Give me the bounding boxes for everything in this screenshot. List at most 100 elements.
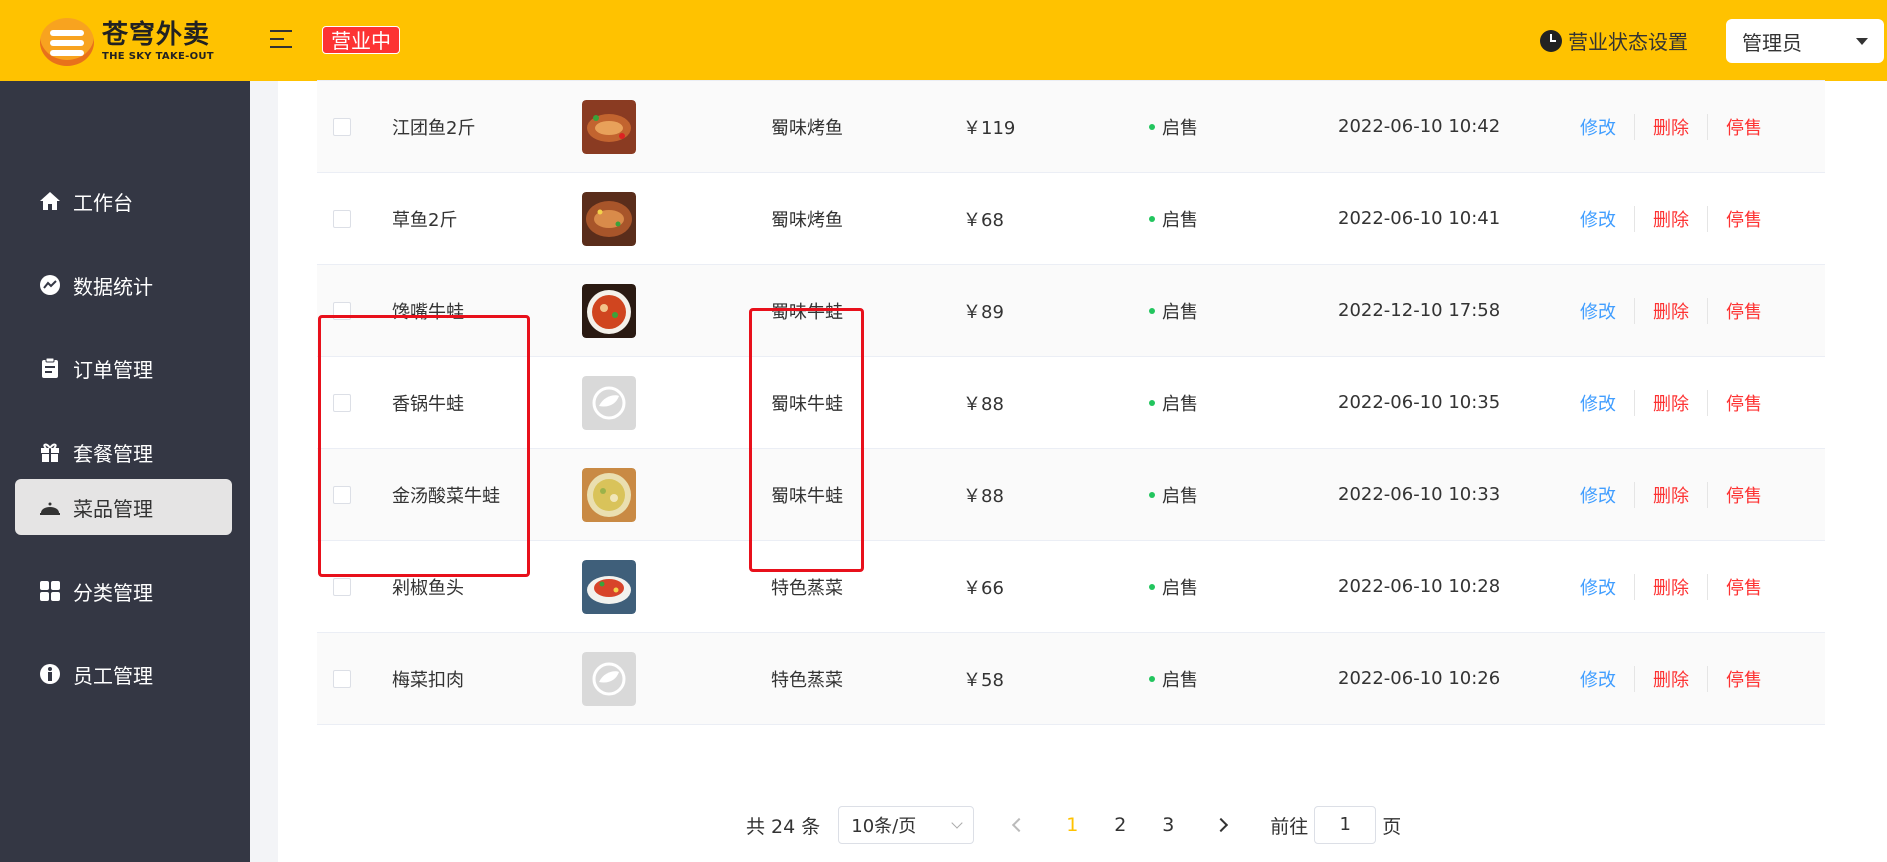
delete-button[interactable]: 删除 <box>1634 205 1707 232</box>
page-size-select[interactable]: 10条/页 <box>838 806 975 844</box>
table-row: 香锅牛蛙 蜀味牛蛙 ￥88 启售 2022-06-10 10:35 修改 删除 … <box>317 357 1825 449</box>
pagination: 共 24 条 10条/页 1 2 3 前往 1 页 <box>746 806 1401 844</box>
dish-name: 梅菜扣肉 <box>392 669 464 691</box>
table-row: 金汤酸菜牛蛙 蜀味牛蛙 ￥88 启售 2022-06-10 10:33 修改 删… <box>317 449 1825 541</box>
dish-image <box>582 99 636 154</box>
dish-price: ￥58 <box>963 669 1004 691</box>
stop-sale-button[interactable]: 停售 <box>1707 113 1780 140</box>
stop-sale-button[interactable]: 停售 <box>1707 665 1780 692</box>
status-badge: 启售 <box>1149 482 1198 508</box>
edit-button[interactable]: 修改 <box>1580 206 1634 232</box>
stop-sale-button[interactable]: 停售 <box>1707 297 1780 324</box>
prev-page-icon[interactable] <box>1012 817 1027 833</box>
logo-title: 苍穹外卖 <box>102 20 211 50</box>
dish-name: 草鱼2斤 <box>392 209 458 231</box>
update-time: 2022-06-10 10:41 <box>1338 208 1501 229</box>
page-button-2[interactable]: 2 <box>1096 814 1144 836</box>
stop-sale-button[interactable]: 停售 <box>1707 389 1780 416</box>
delete-button[interactable]: 删除 <box>1634 573 1707 600</box>
dish-category: 蜀味烤鱼 <box>771 117 843 139</box>
chevron-down-icon <box>951 817 963 829</box>
goto-page-input[interactable]: 1 <box>1314 806 1377 844</box>
table-row <box>317 0 1825 81</box>
dish-price: ￥89 <box>963 301 1004 323</box>
sidebar-item-label: 分类管理 <box>73 580 153 605</box>
update-time: 2022-12-10 17:58 <box>1338 300 1501 321</box>
sidebar-item-orders[interactable]: 订单管理 <box>15 340 232 396</box>
status-label: 启售 <box>1162 669 1198 691</box>
dish-image <box>582 191 636 246</box>
sidebar-item-label: 套餐管理 <box>73 441 153 466</box>
sidebar-item-label: 数据统计 <box>73 274 153 299</box>
stop-sale-button[interactable]: 停售 <box>1707 573 1780 600</box>
row-checkbox[interactable] <box>333 669 351 688</box>
table-row: 江团鱼2斤 蜀味烤鱼 ￥119 启售 2022-06-10 10:42 修改 删… <box>317 81 1825 173</box>
delete-button[interactable]: 删除 <box>1634 297 1707 324</box>
page-button-1[interactable]: 1 <box>1048 814 1096 836</box>
sidebar-item-label: 菜品管理 <box>73 496 153 521</box>
dish-cover-icon <box>40 502 60 515</box>
sidebar-item-employees[interactable]: 员工管理 <box>15 646 232 702</box>
status-badge: 启售 <box>1149 666 1198 692</box>
update-time: 2022-06-10 10:28 <box>1338 576 1501 597</box>
edit-button[interactable]: 修改 <box>1580 666 1634 692</box>
status-badge: 启售 <box>1149 574 1198 600</box>
status-label: 启售 <box>1162 485 1198 507</box>
row-checkbox[interactable] <box>333 117 351 136</box>
edit-button[interactable]: 修改 <box>1580 298 1634 324</box>
dish-price: ￥88 <box>963 393 1004 415</box>
dish-category: 特色蒸菜 <box>771 669 843 691</box>
menu-toggle-icon[interactable] <box>270 30 292 48</box>
stop-sale-button[interactable]: 停售 <box>1707 205 1780 232</box>
sidebar-item-setmeals[interactable]: 套餐管理 <box>15 424 232 480</box>
status-badge: 启售 <box>1149 390 1198 416</box>
sidebar-item-statistics[interactable]: 数据统计 <box>15 257 232 313</box>
status-badge: 启售 <box>1149 206 1198 232</box>
update-time: 2022-06-10 10:26 <box>1338 668 1501 689</box>
edit-button[interactable]: 修改 <box>1580 482 1634 508</box>
status-badge: 启售 <box>1149 114 1198 140</box>
status-label: 启售 <box>1162 209 1198 231</box>
placeholder-image-icon <box>582 651 636 706</box>
chart-icon <box>40 275 60 295</box>
edit-button[interactable]: 修改 <box>1580 574 1634 600</box>
edit-button[interactable]: 修改 <box>1580 114 1634 140</box>
edit-button[interactable]: 修改 <box>1580 390 1634 416</box>
row-checkbox[interactable] <box>333 209 351 228</box>
employee-icon <box>40 664 60 684</box>
goto-prefix: 前往 <box>1270 815 1309 838</box>
caret-down-icon <box>1856 37 1868 45</box>
home-icon <box>40 192 60 210</box>
status-label: 启售 <box>1162 393 1198 415</box>
placeholder-image-icon <box>582 375 636 430</box>
dish-price: ￥88 <box>963 485 1004 507</box>
row-checkbox[interactable] <box>333 577 351 596</box>
status-label: 启售 <box>1162 117 1198 139</box>
delete-button[interactable]: 删除 <box>1634 665 1707 692</box>
stop-sale-button[interactable]: 停售 <box>1707 481 1780 508</box>
delete-button[interactable]: 删除 <box>1634 113 1707 140</box>
update-time: 2022-06-10 10:35 <box>1338 392 1501 413</box>
dish-price: ￥119 <box>963 117 1016 139</box>
clipboard-icon <box>42 357 58 378</box>
update-time: 2022-06-10 10:42 <box>1338 116 1501 137</box>
logo-mark-icon <box>40 18 94 66</box>
sidebar-item-label: 工作台 <box>73 190 133 215</box>
table-row: 梅菜扣肉 特色蒸菜 ￥58 启售 2022-06-10 10:26 修改 删除 … <box>317 633 1825 725</box>
gift-icon <box>41 443 59 462</box>
status-label: 启售 <box>1162 301 1198 323</box>
dish-name: 江团鱼2斤 <box>392 117 476 139</box>
sidebar-item-dishes[interactable]: 菜品管理 <box>15 479 232 535</box>
next-page-icon[interactable] <box>1214 817 1229 833</box>
page-button-3[interactable]: 3 <box>1144 814 1192 836</box>
sidebar-item-workbench[interactable]: 工作台 <box>15 173 232 229</box>
logo: 苍穹外卖 THE SKY TAKE-OUT <box>40 18 214 66</box>
status-label: 启售 <box>1162 577 1198 599</box>
sidebar-item-label: 员工管理 <box>73 663 153 688</box>
dish-image <box>582 559 636 614</box>
delete-button[interactable]: 删除 <box>1634 481 1707 508</box>
delete-button[interactable]: 删除 <box>1634 389 1707 416</box>
dish-name: 剁椒鱼头 <box>392 577 464 599</box>
sidebar-item-categories[interactable]: 分类管理 <box>15 563 232 619</box>
update-time: 2022-06-10 10:33 <box>1338 484 1501 505</box>
